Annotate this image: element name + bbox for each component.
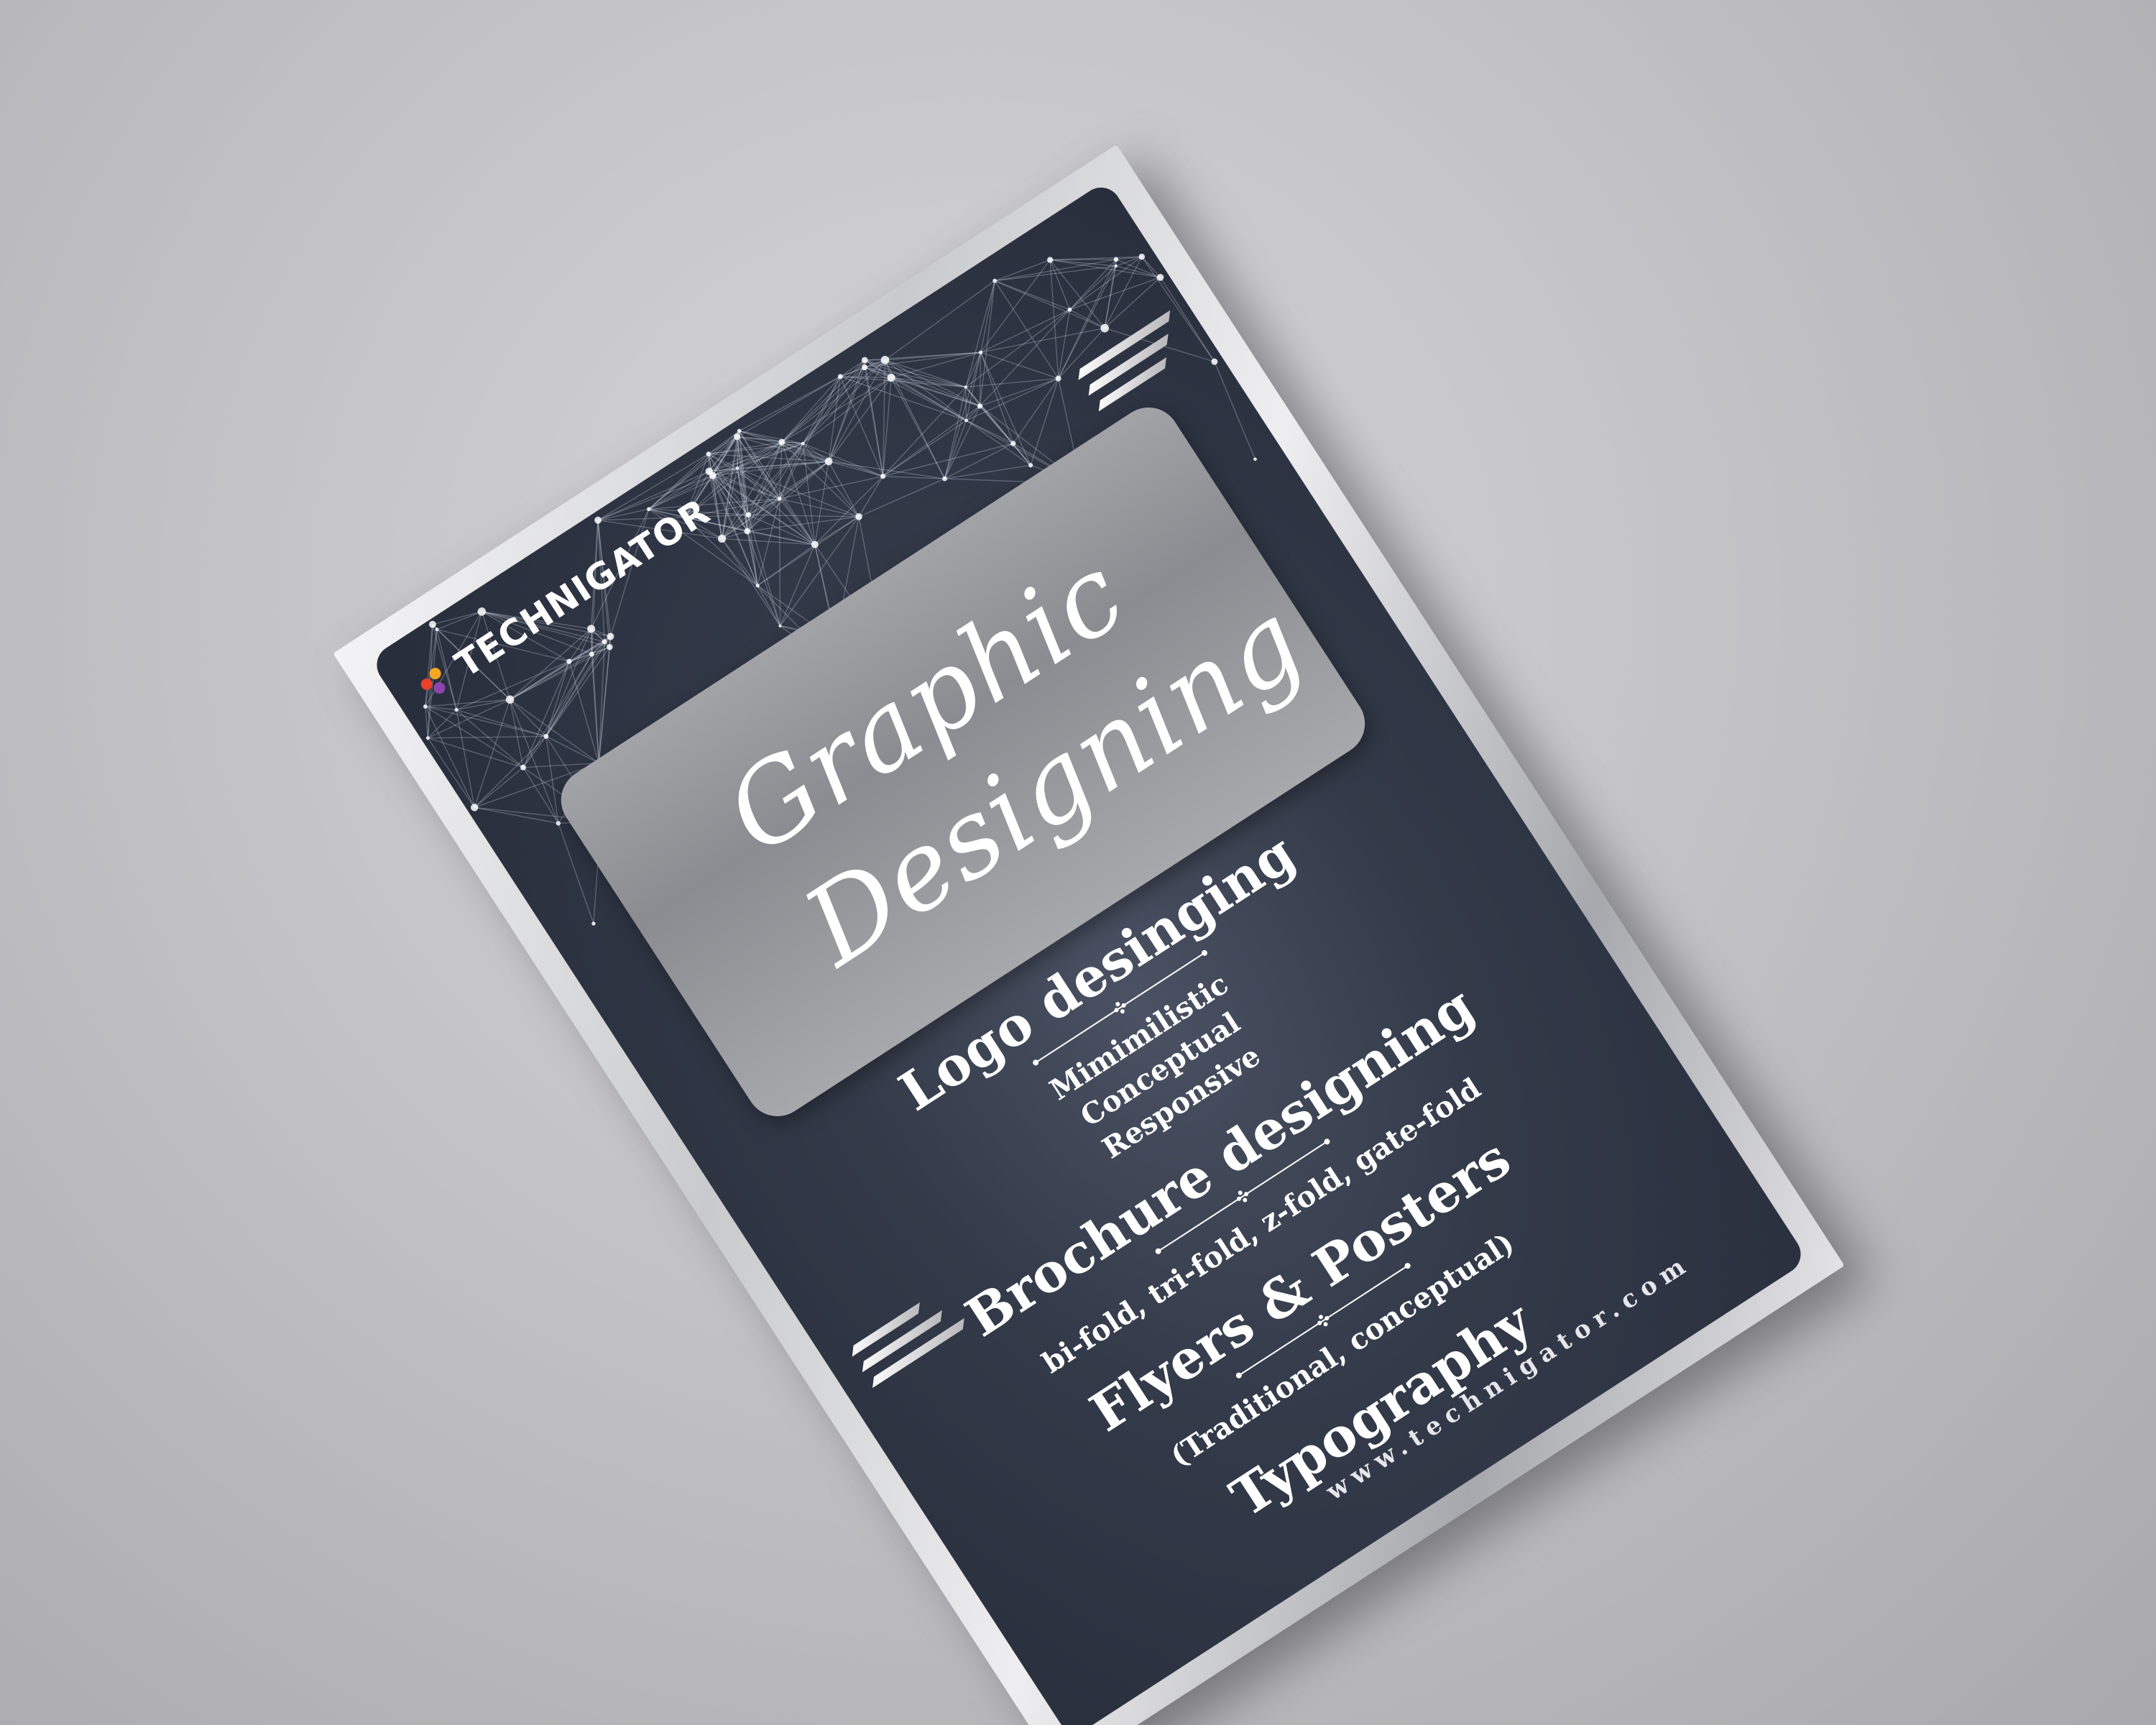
mockup-scene: TECHNIGATOR Graphic Designing Logo desin… [0, 0, 2156, 1725]
brand-dot-purple [431, 680, 448, 696]
flyer-sheet: TECHNIGATOR Graphic Designing Logo desin… [333, 144, 1845, 1725]
flyer-panel: TECHNIGATOR Graphic Designing Logo desin… [369, 180, 1809, 1725]
